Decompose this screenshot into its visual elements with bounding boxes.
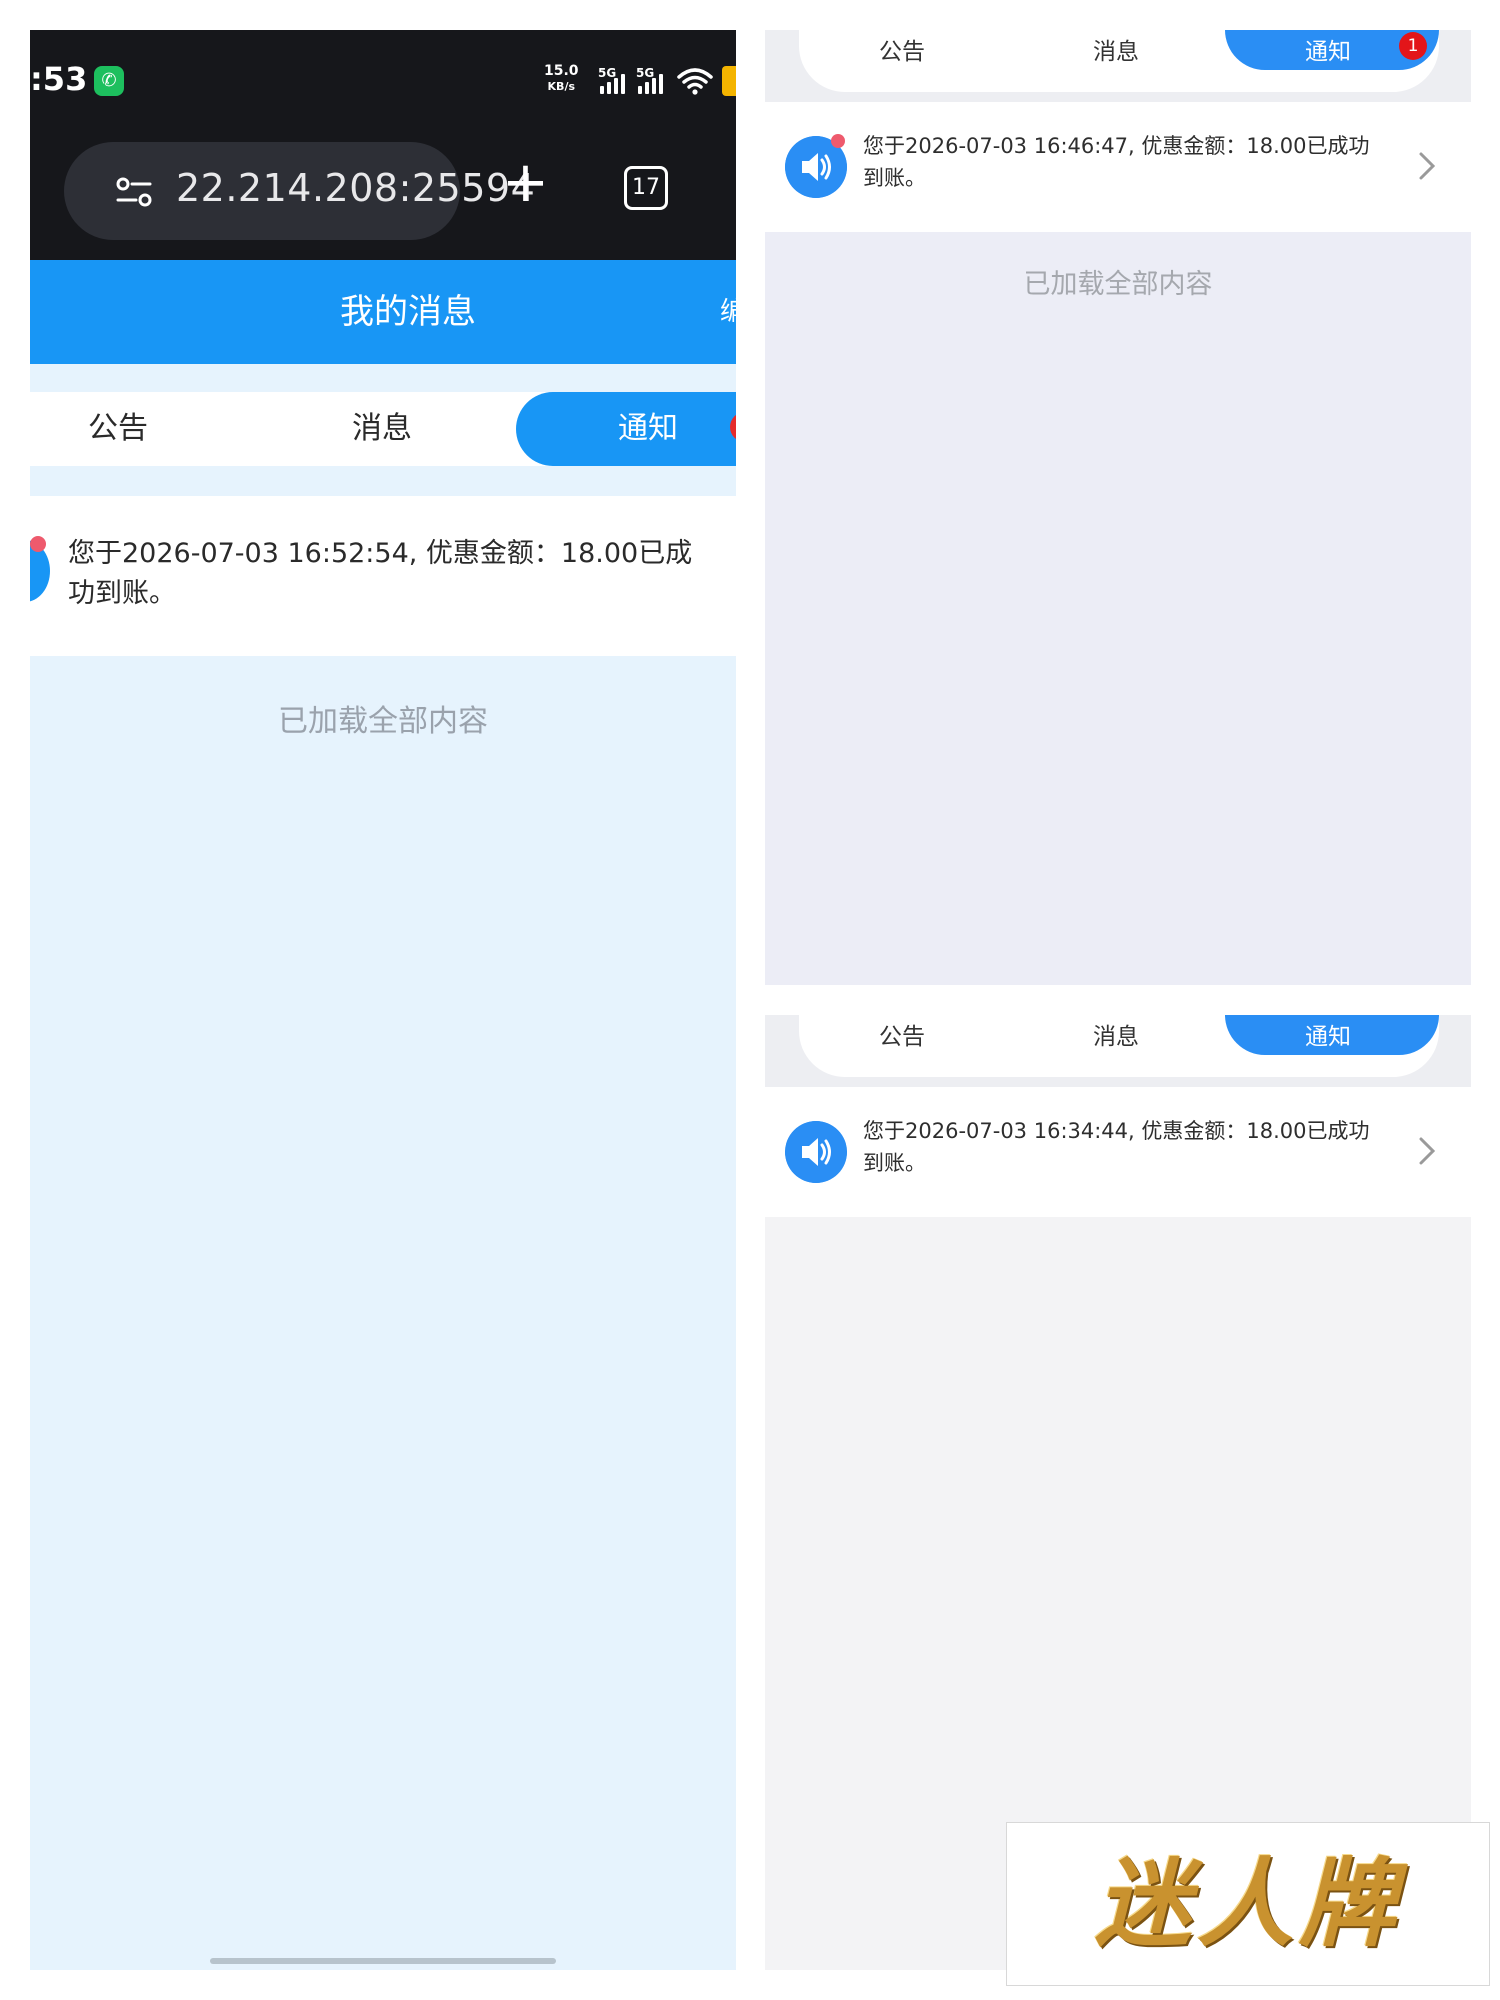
- list-item[interactable]: 您于2026-07-03 16:34:44, 优惠金额：18.00已成功到账。: [765, 1087, 1471, 1217]
- new-tab-button[interactable]: +: [502, 155, 549, 211]
- all-loaded-text: 已加载全部内容: [1023, 269, 1213, 300]
- unread-dot: [831, 134, 845, 148]
- signal-icon: 5G: [598, 66, 632, 96]
- tab-announcement[interactable]: 公告: [879, 1017, 925, 1051]
- chevron-right-icon[interactable]: [1415, 146, 1439, 186]
- tab-announcement[interactable]: 公告: [879, 32, 925, 66]
- brand-logo-text: 迷人牌: [1095, 1848, 1401, 1960]
- tab-messages[interactable]: 消息: [352, 392, 412, 466]
- tab-notifications-label: 通知: [1305, 1024, 1351, 1050]
- tab-notifications[interactable]: 通知: [516, 392, 736, 466]
- network-speed: 15.0 KB/s: [544, 64, 579, 94]
- tab-bar: 公告 消息 通知: [30, 392, 736, 466]
- left-screenshot: :53 ✆ 15.0 KB/s 5G 5G 22.214.208:25594 +…: [30, 30, 736, 1970]
- home-indicator[interactable]: [210, 1958, 556, 1964]
- tab-notifications-label: 通知: [618, 411, 678, 446]
- all-loaded-text: 已加载全部内容: [278, 704, 488, 739]
- speed-value: 15.0: [544, 63, 579, 79]
- site-settings-icon[interactable]: [114, 172, 154, 212]
- tab-bar: 公告 消息 通知 1: [799, 30, 1439, 92]
- unread-badge: [730, 412, 736, 442]
- url-text[interactable]: 22.214.208:25594: [176, 166, 535, 210]
- notification-text: 您于2026-07-03 16:52:54, 优惠金额：18.00已成功到账。: [68, 538, 693, 609]
- chevron-right-icon[interactable]: [1415, 1131, 1439, 1171]
- unread-dot: [30, 536, 46, 552]
- tab-bar: 公告 消息 通知: [799, 1015, 1439, 1077]
- tab-switcher-button[interactable]: 17: [624, 166, 668, 210]
- brand-logo: 迷人牌: [1006, 1822, 1490, 1986]
- battery-icon: [722, 66, 736, 96]
- unread-count-badge: 1: [1399, 32, 1427, 60]
- tab-announcement[interactable]: 公告: [88, 392, 148, 466]
- signal-icon: 5G: [636, 66, 670, 96]
- notification-text: 您于2026-07-03 16:46:47, 优惠金额：18.00已成功到账。: [863, 134, 1370, 190]
- tab-notifications-label: 通知: [1305, 39, 1351, 65]
- tab-notifications[interactable]: 通知 1: [1225, 30, 1439, 70]
- page-title: 我的消息: [340, 292, 476, 332]
- notification-text: 您于2026-07-03 16:34:44, 优惠金额：18.00已成功到账。: [863, 1119, 1370, 1175]
- speaker-icon: [785, 1121, 847, 1183]
- status-time: :53: [30, 60, 88, 98]
- edit-button[interactable]: 编: [720, 260, 736, 364]
- speed-unit: KB/s: [547, 80, 576, 93]
- list-item[interactable]: 您于2026-07-03 16:46:47, 优惠金额：18.00已成功到账。: [765, 102, 1471, 232]
- tab-notifications[interactable]: 通知: [1225, 1015, 1439, 1055]
- phone-call-icon: ✆: [94, 66, 124, 96]
- wifi-icon: [677, 68, 713, 95]
- status-bar: :53 ✆ 15.0 KB/s 5G 5G: [30, 30, 736, 130]
- tab-messages[interactable]: 消息: [1093, 1017, 1139, 1051]
- address-bar[interactable]: 22.214.208:25594: [64, 142, 535, 240]
- tab-messages[interactable]: 消息: [1093, 32, 1139, 66]
- right-top-screenshot: 公告 消息 通知 1 您于2026-07-03 16:46:47, 优惠金额：1…: [765, 30, 1471, 985]
- app-header: 我的消息 编: [30, 260, 736, 364]
- list-item[interactable]: 您于2026-07-03 16:52:54, 优惠金额：18.00已成功到账。: [30, 496, 736, 656]
